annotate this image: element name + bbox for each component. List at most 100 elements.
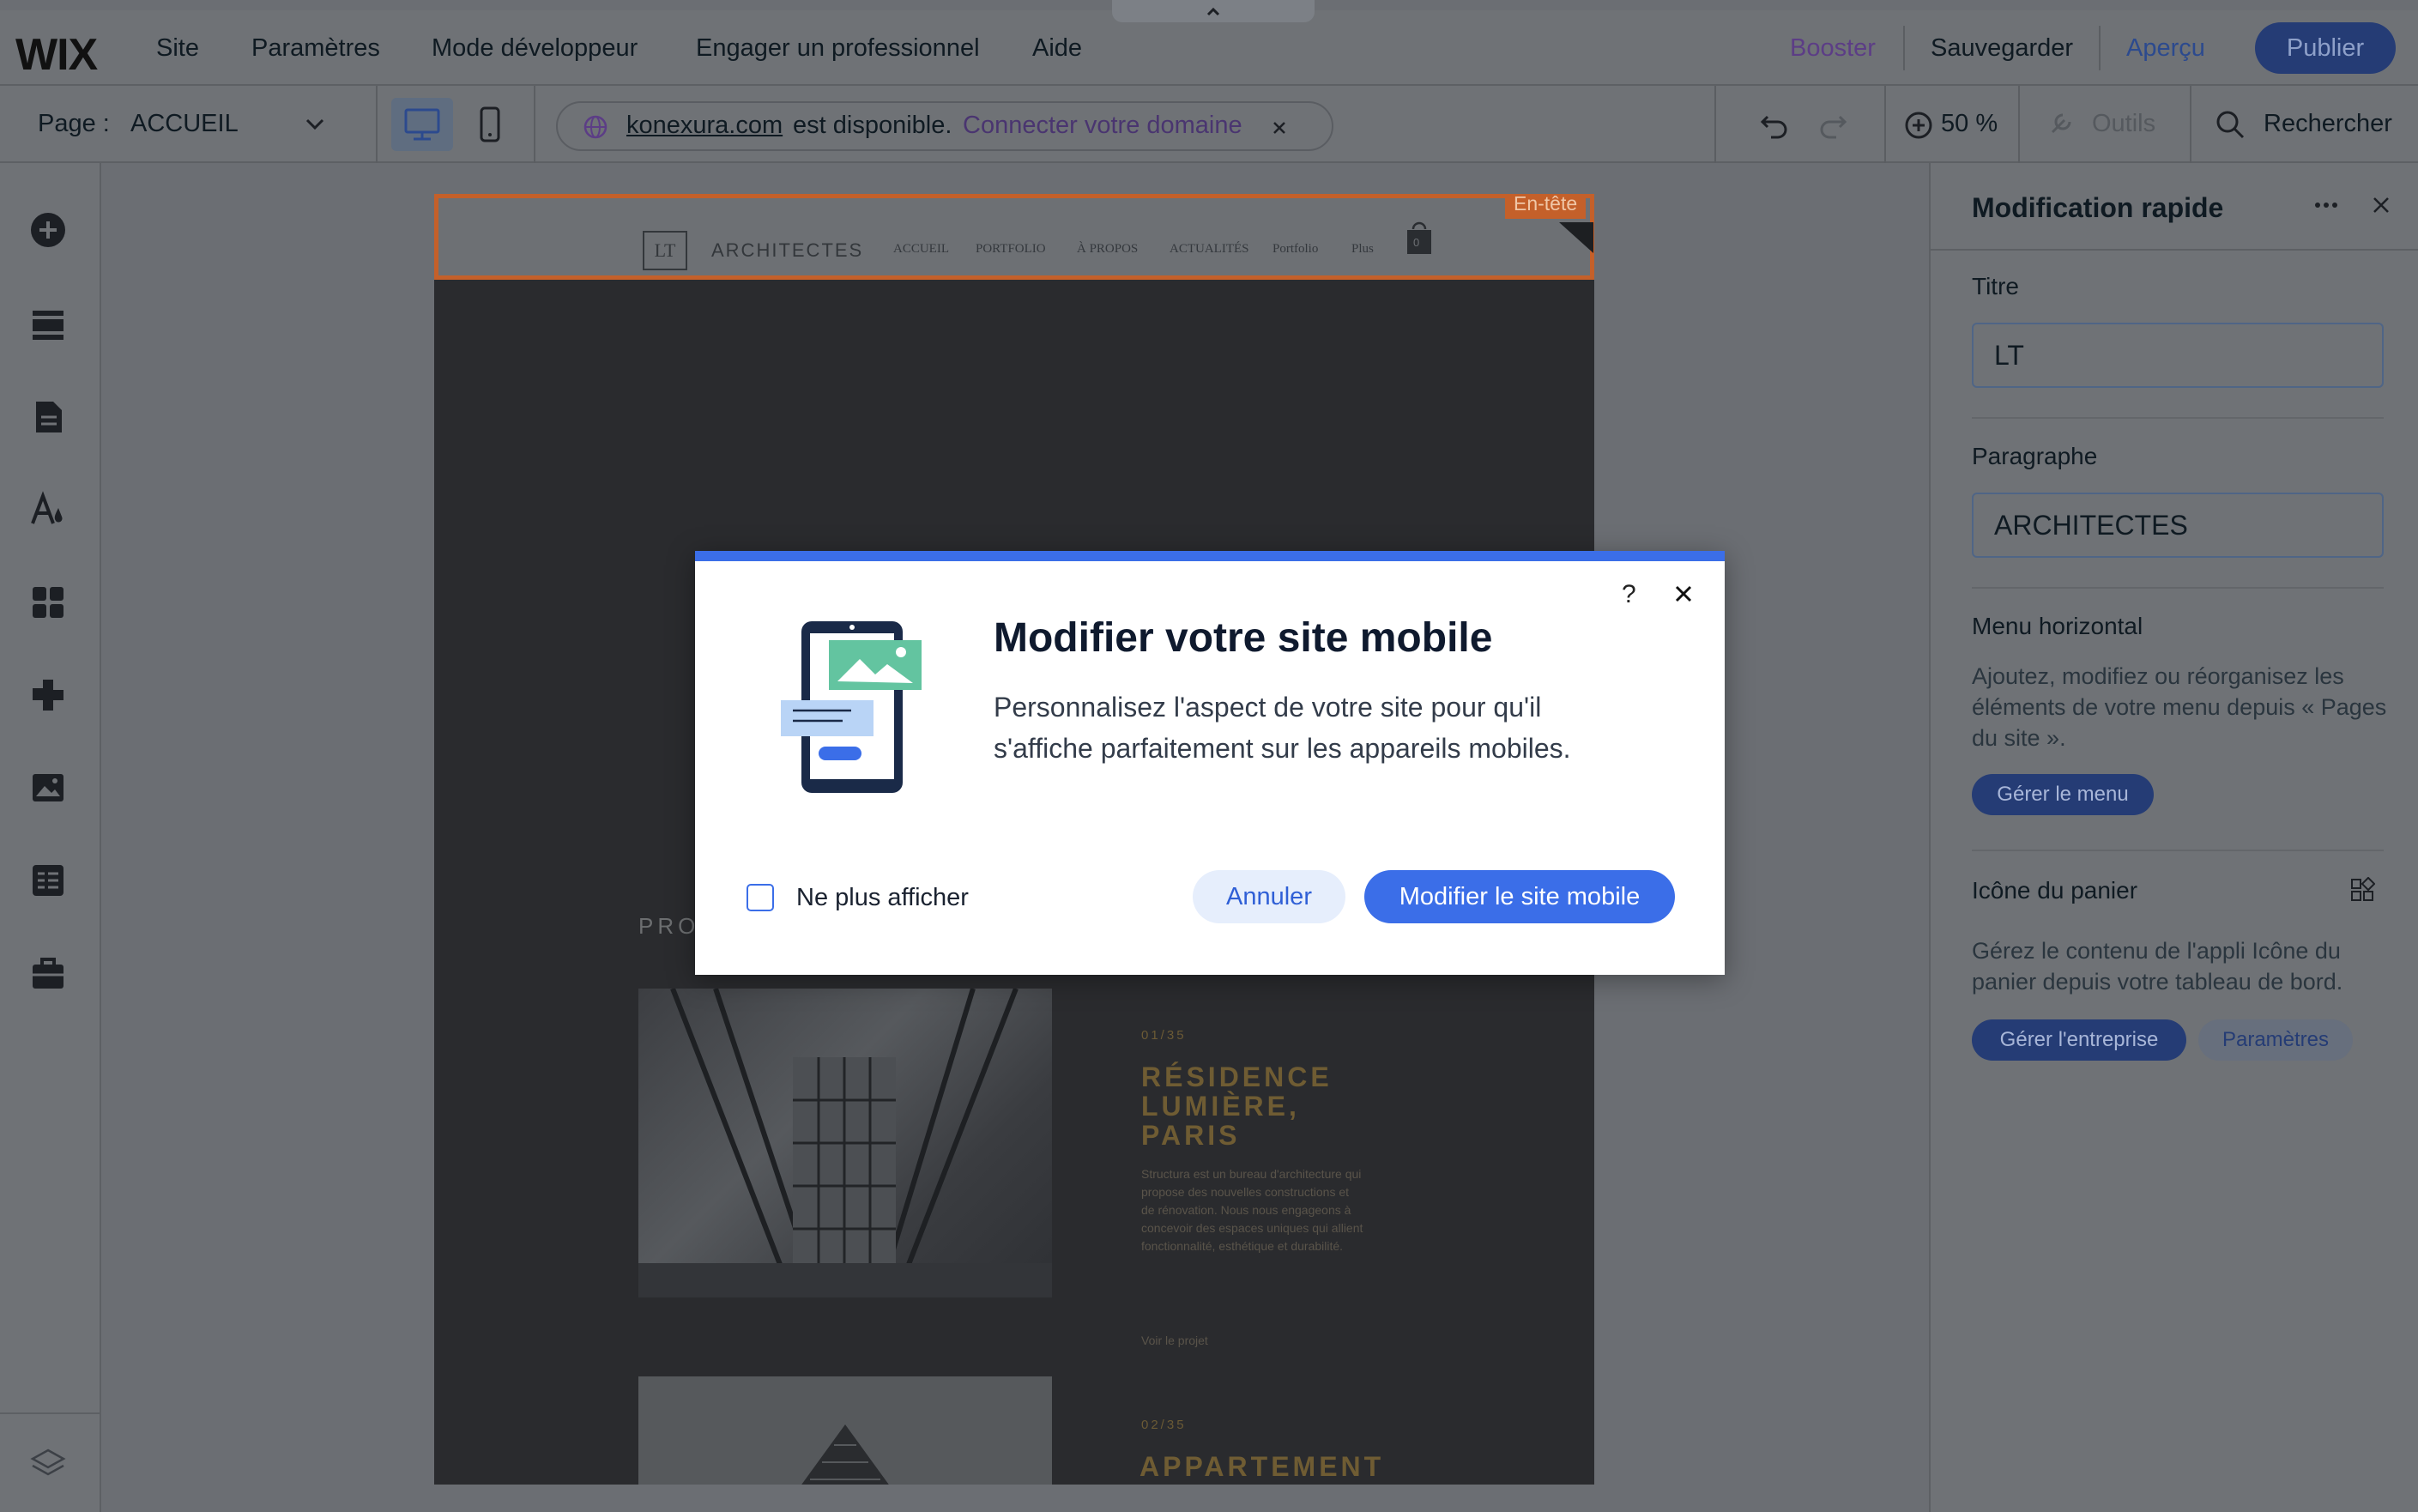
header-tag: En-tête [1505,194,1587,219]
roof-photo [638,1376,1052,1485]
menu-help[interactable]: Aide [1032,34,1082,63]
menu-section-description: Ajoutez, modifiez ou réorganisez les élé… [1972,663,2387,751]
site-nav-item[interactable]: À PROPOS [1077,242,1138,257]
close-icon[interactable] [1670,580,1697,608]
editor-toolbar: Page : ACCUEIL konexura.com est disponib… [0,86,2418,163]
publish-button[interactable]: Publier [2255,22,2396,74]
tools-button[interactable]: Outils [2092,110,2155,138]
cancel-button[interactable]: Annuler [1193,870,1345,923]
section-heading: PRO [638,913,700,939]
divider [1931,249,2418,251]
domain-banner: konexura.com est disponible. Connecter v… [556,101,1333,151]
divider [0,1412,101,1414]
manage-business-button[interactable]: Gérer l'entreprise [1972,1019,2186,1061]
divider [1972,417,2384,419]
chevron-down-icon[interactable] [304,115,326,132]
dialog-title: Modifier votre site mobile [994,615,1493,661]
building-photo [638,989,1052,1297]
menu-hire-pro[interactable]: Engager un professionnel [696,34,980,63]
undo-icon[interactable] [1757,108,1792,142]
add-elements-icon[interactable] [29,211,67,249]
collapse-toolbar-tab[interactable] [1112,0,1315,22]
business-apps-icon[interactable] [29,676,67,714]
edit-mobile-site-button[interactable]: Modifier le site mobile [1364,870,1675,923]
sections-icon[interactable] [29,305,67,343]
domain-status: est disponible. [793,112,952,139]
paragraph-field-label: Paragraphe [1972,443,2098,469]
project-title-line: APPARTEMENT [1139,1451,1385,1482]
globe-icon [583,115,608,139]
project-number: 02/35 [1141,1418,1187,1432]
page-label: Page : [38,110,110,137]
wix-logo[interactable]: WIX [15,29,98,81]
cart-icon-section-description: Gérez le contenu de l'appli Icône du pan… [1972,938,2343,995]
divider [376,86,378,163]
apps-icon[interactable] [29,584,67,621]
site-nav-item[interactable]: Portfolio [1272,242,1318,257]
menu-section-label: Menu horizontal [1972,613,2143,639]
menu-dev-mode[interactable]: Mode développeur [432,34,638,63]
divider [534,86,535,163]
title-input[interactable]: LT [1972,323,2384,388]
page-selector[interactable]: ACCUEIL [130,110,239,138]
dont-show-again-label[interactable]: Ne plus afficher [796,884,969,912]
chevron-up-icon [1206,7,1220,16]
site-logo[interactable]: LT [643,231,687,270]
site-header-section[interactable]: LT ARCHITECTES ACCUEIL PORTFOLIO À PROPO… [434,194,1594,280]
project-link[interactable]: Voir le projet [1141,1334,1208,1347]
domain-name-link[interactable]: konexura.com [626,112,783,140]
divider [1972,850,2384,851]
left-toolbar [0,163,101,1512]
save-button[interactable]: Sauvegarder [1931,34,2073,63]
site-brand-text[interactable]: ARCHITECTES [711,239,863,262]
layers-icon[interactable] [29,1445,67,1483]
desktop-view-button[interactable] [391,98,453,151]
mobile-view-icon[interactable] [474,103,506,148]
project-title-line: PARIS [1141,1120,1241,1151]
booster-button[interactable]: Booster [1790,34,1876,63]
menu-settings[interactable]: Paramètres [251,34,380,63]
app-settings-icon[interactable] [2349,877,2375,903]
menu-site[interactable]: Site [156,34,199,63]
site-nav-item[interactable]: ACTUALITÉS [1170,242,1249,257]
theme-design-icon[interactable] [29,491,67,529]
title-field-label: Titre [1972,273,2019,299]
divider [1714,86,1716,163]
more-options-icon[interactable] [2313,199,2339,211]
project-image[interactable] [638,1376,1052,1485]
media-icon[interactable] [29,769,67,807]
connect-domain-link[interactable]: Connecter votre domaine [963,112,1242,140]
dont-show-again-checkbox[interactable] [747,884,774,911]
resize-handle-icon[interactable] [1559,222,1593,253]
panel-title: Modification rapide [1972,192,2224,223]
site-nav-item[interactable]: PORTFOLIO [976,242,1046,257]
cms-icon[interactable] [29,862,67,899]
search-icon[interactable] [2214,108,2246,141]
paragraph-input[interactable]: ARCHITECTES [1972,493,2384,558]
preview-button[interactable]: Aperçu [2126,34,2205,63]
zoom-icon[interactable] [1903,110,1934,141]
quick-edit-panel: Modification rapide Titre LT Paragraphe … [1929,163,2418,1512]
search-button[interactable]: Rechercher [2264,110,2392,138]
pages-icon[interactable] [29,398,67,436]
site-nav-item[interactable]: Plus [1351,242,1374,257]
mobile-editor-dialog: ? Modifier votre site mobile Personnalis… [695,551,1725,975]
settings-button[interactable]: Paramètres [2198,1019,2353,1061]
cart-count: 0 [1413,236,1420,249]
project-number: 01/35 [1141,1028,1187,1043]
redo-icon[interactable] [1816,108,1850,142]
divider [2099,26,2101,70]
portfolio-icon[interactable] [29,954,67,992]
divider [2018,86,2020,163]
project-title-line: LUMIÈRE, [1141,1091,1300,1122]
close-icon[interactable] [1270,118,1289,137]
project-image[interactable] [638,989,1052,1297]
manage-menu-button[interactable]: Gérer le menu [1972,774,2154,815]
zoom-level[interactable]: 50 % [1941,110,1998,138]
close-icon[interactable] [2370,194,2392,216]
site-nav-item[interactable]: ACCUEIL [893,242,949,257]
help-icon[interactable]: ? [1622,580,1636,609]
divider [2190,86,2191,163]
mobile-illustration [781,621,922,793]
tools-icon[interactable] [2046,108,2076,139]
